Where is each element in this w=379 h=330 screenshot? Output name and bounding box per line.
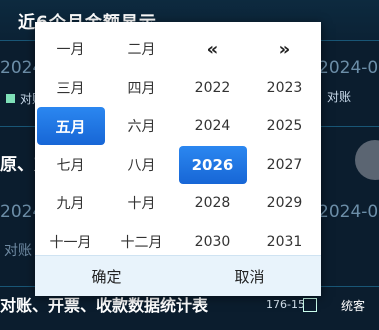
month-label: 五月 (36, 107, 105, 146)
chart-date-label-2-right: 2024-0 (318, 202, 379, 222)
chevron-double-right-icon: » (278, 38, 291, 60)
month-label: 九月 (56, 196, 85, 213)
year-option[interactable]: 2025 (248, 107, 321, 146)
year-label: 2029 (266, 195, 303, 212)
year-option-selected[interactable]: 2026 (177, 145, 248, 185)
chevron-double-left-icon: « (206, 38, 219, 60)
year-option[interactable]: 2022 (177, 69, 248, 108)
year-option[interactable]: 2029 (248, 184, 321, 223)
next-years-button[interactable]: » (248, 30, 321, 69)
calendar-icon[interactable] (303, 298, 317, 312)
year-option[interactable]: 2028 (177, 184, 248, 223)
year-option[interactable]: 2024 (177, 107, 248, 146)
legend-label-right: 对账 (327, 90, 352, 104)
legend-swatch (6, 94, 15, 103)
year-option[interactable]: 2027 (248, 146, 321, 185)
month-option[interactable]: 四月 (106, 69, 177, 108)
month-label: 六月 (127, 119, 156, 136)
year-label: 2026 (178, 145, 247, 184)
month-label: 三月 (56, 80, 85, 97)
chart-date-label-right: 2024-0 (318, 58, 379, 78)
year-label: 2027 (266, 156, 303, 173)
picker-footer: 确定 取消 (35, 255, 321, 296)
month-label: 四月 (127, 80, 156, 97)
month-option[interactable]: 一月 (35, 30, 106, 69)
month-option-selected[interactable]: 五月 (35, 107, 106, 146)
month-option[interactable]: 八月 (106, 146, 177, 185)
year-label: 2023 (266, 79, 303, 96)
cancel-button[interactable]: 取消 (178, 256, 321, 296)
month-label: 二月 (127, 42, 156, 59)
month-label: 七月 (56, 157, 85, 174)
prev-years-button[interactable]: « (177, 30, 248, 69)
picker-grid: 一月 二月 « » 三月 四月 2022 2023 五月 六月 2024 202… (35, 30, 321, 261)
month-option[interactable]: 二月 (106, 30, 177, 69)
link-text[interactable]: 对账 (4, 240, 32, 260)
table-subtitle: 176-15 (266, 298, 305, 311)
year-label: 2025 (266, 118, 303, 135)
month-option[interactable]: 七月 (35, 146, 106, 185)
month-label: 十月 (127, 196, 156, 213)
month-option[interactable]: 九月 (35, 184, 106, 223)
month-label: 一月 (56, 42, 85, 59)
year-label: 2022 (194, 79, 231, 96)
year-label: 2028 (194, 195, 231, 212)
month-year-picker: 一月 二月 « » 三月 四月 2022 2023 五月 六月 2024 202… (35, 22, 321, 296)
month-option[interactable]: 三月 (35, 69, 106, 108)
month-label: 八月 (127, 157, 156, 174)
floating-action-button[interactable] (355, 140, 379, 180)
year-option[interactable]: 2023 (248, 69, 321, 108)
customer-label: 统客 (341, 299, 366, 313)
confirm-button[interactable]: 确定 (35, 256, 178, 296)
year-label: 2024 (194, 118, 231, 135)
month-option[interactable]: 六月 (106, 107, 177, 146)
month-option[interactable]: 十月 (106, 184, 177, 223)
